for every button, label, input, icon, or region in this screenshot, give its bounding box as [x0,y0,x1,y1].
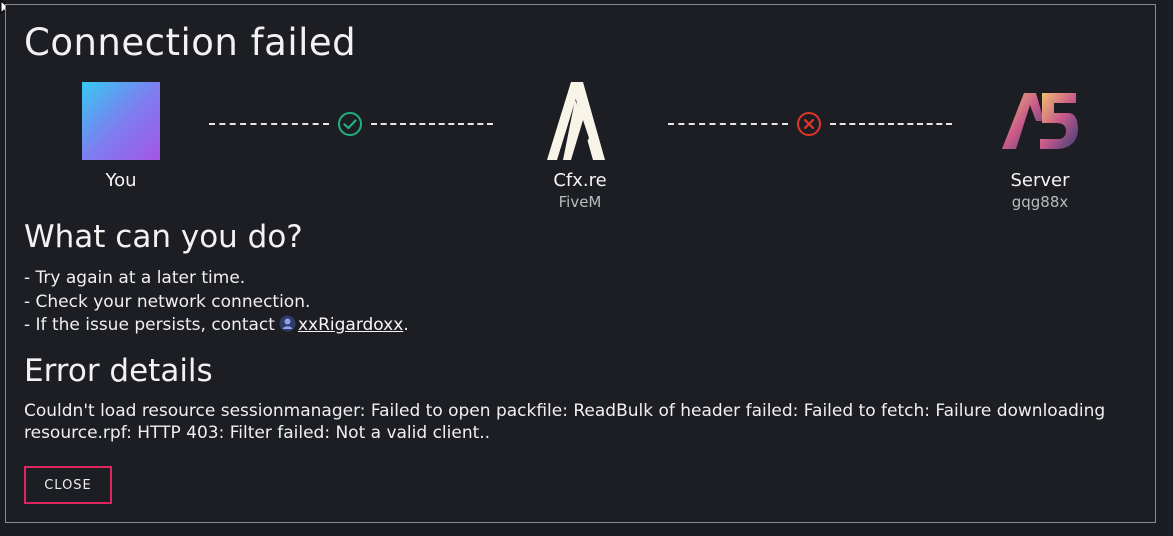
node-server: Server gqg88x [960,82,1120,211]
help-item: - If the issue persists, contact xxRigard… [24,314,409,338]
server-logo-icon [1001,82,1079,160]
node-server-label: Server [1010,170,1070,191]
help-item-text: - If the issue persists, contact [24,315,275,335]
node-you-label: You [105,170,137,191]
node-platform-sublabel: FiveM [558,193,602,211]
dashed-line [830,123,952,125]
dialog-title: Connection failed [24,21,357,64]
error-heading: Error details [24,353,213,389]
dashed-line [371,123,493,125]
x-circle-icon [797,112,821,136]
node-platform-label: Cfx.re [553,170,607,191]
help-list: - Try again at a later time. - Check you… [24,267,409,338]
link-platform-server [668,109,952,139]
help-item: - Try again at a later time. [24,268,246,288]
contact-suffix: . [403,315,409,335]
node-you: You [41,82,201,191]
close-button[interactable]: CLOSE [24,466,112,504]
user-avatar [82,82,160,160]
fivem-logo-icon [541,82,619,160]
contact-avatar-icon [279,315,296,332]
node-server-sublabel: gqg88x [1011,193,1069,211]
dashed-line [668,123,788,125]
help-heading: What can you do? [24,219,303,255]
node-platform: Cfx.re FiveM [500,82,660,211]
check-circle-icon [338,112,362,136]
dashed-line [209,123,329,125]
help-item: - Check your network connection. [24,291,311,312]
contact-link[interactable]: xxRigardoxx [298,315,403,335]
error-message: Couldn't load resource sessionmanager: F… [24,401,1106,443]
link-client-platform [209,109,493,139]
connection-failed-dialog: Connection failed You Cfx.re FiveM Serve… [5,4,1156,523]
